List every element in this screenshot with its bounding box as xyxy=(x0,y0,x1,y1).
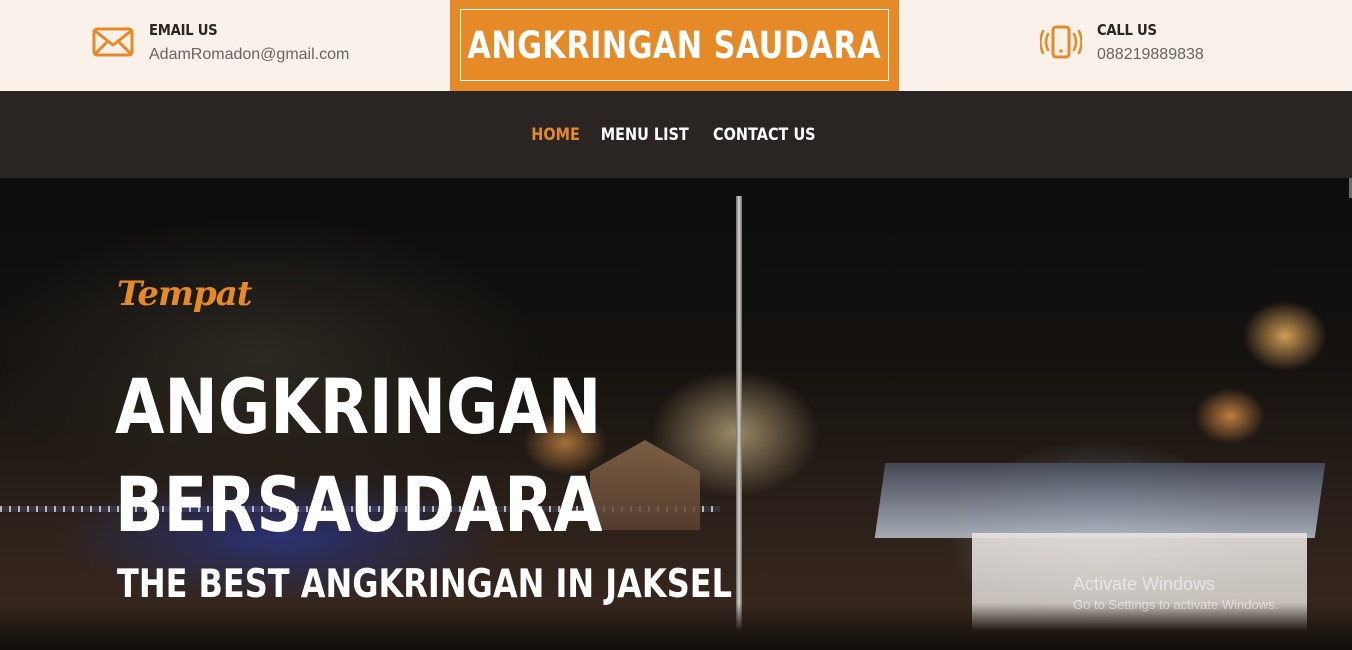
main-navbar: HOME MENU LIST CONTACT US xyxy=(0,91,1352,178)
call-label: CALL US xyxy=(1097,21,1157,39)
nav-menu-list[interactable]: MENU LIST xyxy=(600,125,688,145)
brand-logo[interactable]: ANGKRINGAN SAUDARA xyxy=(450,0,899,91)
email-label: EMAIL US xyxy=(149,21,218,39)
stall-roof xyxy=(874,463,1326,538)
headline-line-2: BERSAUDARA xyxy=(115,460,603,549)
headline-line-1: ANGKRINGAN xyxy=(115,362,602,451)
hero-tagline: THE BEST ANGKRINGAN IN JAKSEL xyxy=(117,562,732,607)
background-house xyxy=(590,440,700,530)
nav-contact-us[interactable]: CONTACT US xyxy=(713,125,816,145)
street-light-pole xyxy=(736,196,742,636)
hero-kicker: Tempat xyxy=(117,274,253,314)
phone-number[interactable]: 088219889838 xyxy=(1097,45,1204,65)
activate-windows-watermark: Activate Windows Go to Settings to activ… xyxy=(1073,574,1278,612)
brand-title: ANGKRINGAN SAUDARA xyxy=(467,23,882,67)
watermark-subtitle: Go to Settings to activate Windows. xyxy=(1073,597,1279,612)
watermark-title: Activate Windows xyxy=(1073,574,1216,594)
brand-frame: ANGKRINGAN SAUDARA xyxy=(460,9,889,81)
hero-headline: ANGKRINGAN BERSAUDARA xyxy=(115,358,603,554)
envelope-icon xyxy=(92,20,134,60)
call-contact: CALL US 088219889838 xyxy=(1040,20,1204,65)
nav-menu: HOME MENU LIST CONTACT US xyxy=(0,91,1352,178)
top-bar: EMAIL US AdamRomadon@gmail.com ANGKRINGA… xyxy=(0,0,1352,91)
nav-home[interactable]: HOME xyxy=(532,125,581,145)
email-address[interactable]: AdamRomadon@gmail.com xyxy=(149,45,349,65)
phone-vibrate-icon xyxy=(1040,20,1082,60)
email-contact: EMAIL US AdamRomadon@gmail.com xyxy=(92,20,349,65)
